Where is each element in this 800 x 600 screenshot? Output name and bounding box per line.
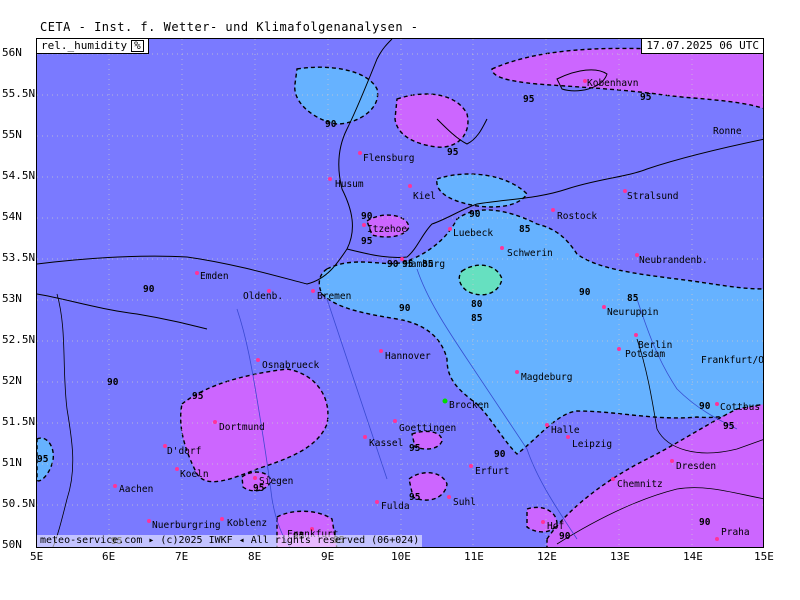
contour-label: 95 <box>723 421 735 432</box>
lat-label: 53.5N <box>2 251 36 264</box>
city-label: Siegen <box>259 476 293 487</box>
lat-label: 51N <box>2 456 22 469</box>
contour-label: 90 <box>361 211 373 222</box>
map-frame: 95 95 90 95 90 95 85 90 95 85 90 80 85 9… <box>36 38 764 548</box>
city-label: Stralsund <box>627 191 678 202</box>
lon-label: 12E <box>537 550 557 563</box>
contour-label: 90 <box>699 401 711 412</box>
lon-label: 15E <box>754 550 774 563</box>
city-label: Dresden <box>676 461 716 472</box>
city-label: Aachen <box>119 484 153 495</box>
contour-label: 90 <box>387 259 399 270</box>
contour-label: 85 <box>471 313 483 324</box>
contour-label: 95 <box>409 443 421 454</box>
parameter-label: rel._humidity% <box>37 39 149 54</box>
city-label: Rostock <box>557 211 597 222</box>
city-label: Potsdam <box>625 349 665 360</box>
city-label: Kassel <box>369 438 403 449</box>
city-label: Brocken <box>449 400 489 411</box>
city-label: Dortmund <box>219 422 265 433</box>
lat-label: 53N <box>2 292 22 305</box>
contour-label: 90 <box>579 287 591 298</box>
city-label: Husum <box>335 179 364 190</box>
city-label: Fulda <box>381 501 410 512</box>
contour-label: 90 <box>559 531 571 542</box>
city-label: Goettingen <box>399 423 456 434</box>
city-label: Praha <box>721 527 750 538</box>
lat-label: 50.5N <box>2 497 36 510</box>
lon-label: 14E <box>683 550 703 563</box>
lon-label: 11E <box>464 550 484 563</box>
city-label: Emden <box>200 271 229 282</box>
city-label: Osnabrueck <box>262 360 319 371</box>
lon-label: 7E <box>175 550 189 563</box>
lon-label: 13E <box>610 550 630 563</box>
contour-label: 90 <box>143 284 155 295</box>
city-label: Flensburg <box>363 153 414 164</box>
copyright-footer: meteo-service.com ▸ (c)2025 IWKF ◂ All r… <box>37 535 423 547</box>
lat-label: 50N <box>2 538 22 551</box>
lon-label: 5E <box>30 550 44 563</box>
parameter-name: rel._humidity <box>41 39 128 52</box>
city-label: Schwerin <box>507 248 553 259</box>
contour-label: 95 <box>192 391 204 402</box>
contour-label: 80 <box>471 299 483 310</box>
city-label: Nuerburgring <box>152 520 221 531</box>
contour-label: 90 <box>325 119 337 130</box>
parameter-unit: % <box>131 40 144 52</box>
valid-datetime: 17.07.2025 06 UTC <box>641 39 763 54</box>
lon-label: 9E <box>321 550 335 563</box>
contour-label: 90 <box>107 377 119 388</box>
city-label: Neubrandenb. <box>639 255 708 266</box>
city-label: Koeln <box>180 469 209 480</box>
contour-label: 90 <box>399 303 411 314</box>
city-label: Hannover <box>385 351 431 362</box>
city-label: Hamburg <box>405 259 445 270</box>
contour-label: 95 <box>361 236 373 247</box>
contour-label: 85 <box>519 224 531 235</box>
lat-label: 55.5N <box>2 87 36 100</box>
contour-label: 90 <box>494 449 506 460</box>
city-label: D'dorf <box>167 446 201 457</box>
contour-label: 95 <box>409 492 421 503</box>
city-label: Leipzig <box>572 439 612 450</box>
city-label: Oldenb. <box>243 291 283 302</box>
city-label: Halle <box>551 425 580 436</box>
humidity-map: 95 95 90 95 90 95 85 90 95 85 90 80 85 9… <box>37 39 764 547</box>
contour-label: 95 <box>37 454 49 465</box>
city-label: Chemnitz <box>617 479 663 490</box>
city-label: Hof <box>547 521 564 532</box>
header-title: CETA - Inst. f. Wetter- und Klimafolgena… <box>40 20 419 34</box>
city-label: Kobenhavn <box>587 78 638 89</box>
contour-label: 85 <box>627 293 639 304</box>
city-label: Cottbus <box>720 402 760 413</box>
city-label: Neuruppin <box>607 307 658 318</box>
lon-label: 6E <box>102 550 116 563</box>
city-label: Magdeburg <box>521 372 572 383</box>
lat-label: 55N <box>2 128 22 141</box>
city-label: Itzehoe <box>367 224 407 235</box>
city-label: Luebeck <box>453 228 493 239</box>
city-label: Erfurt <box>475 466 509 477</box>
contour-label: 90 <box>469 209 481 220</box>
lon-label: 8E <box>248 550 262 563</box>
lat-label: 52.5N <box>2 333 36 346</box>
lat-label: 56N <box>2 46 22 59</box>
city-label: Kiel <box>413 191 436 202</box>
lat-label: 52N <box>2 374 22 387</box>
lon-label: 10E <box>391 550 411 563</box>
contour-label: 90 <box>699 517 711 528</box>
lat-label: 54.5N <box>2 169 36 182</box>
contour-label: 95 <box>523 94 535 105</box>
city-label: Koblenz <box>227 518 267 529</box>
city-label: Ronne <box>713 126 742 137</box>
lat-label: 51.5N <box>2 415 36 428</box>
lat-label: 54N <box>2 210 22 223</box>
city-label: Frankfurt/O <box>701 355 764 366</box>
city-label: Bremen <box>317 291 351 302</box>
city-label: Suhl <box>453 497 476 508</box>
contour-label: 95 <box>447 147 459 158</box>
contour-label: 95 <box>640 92 652 103</box>
